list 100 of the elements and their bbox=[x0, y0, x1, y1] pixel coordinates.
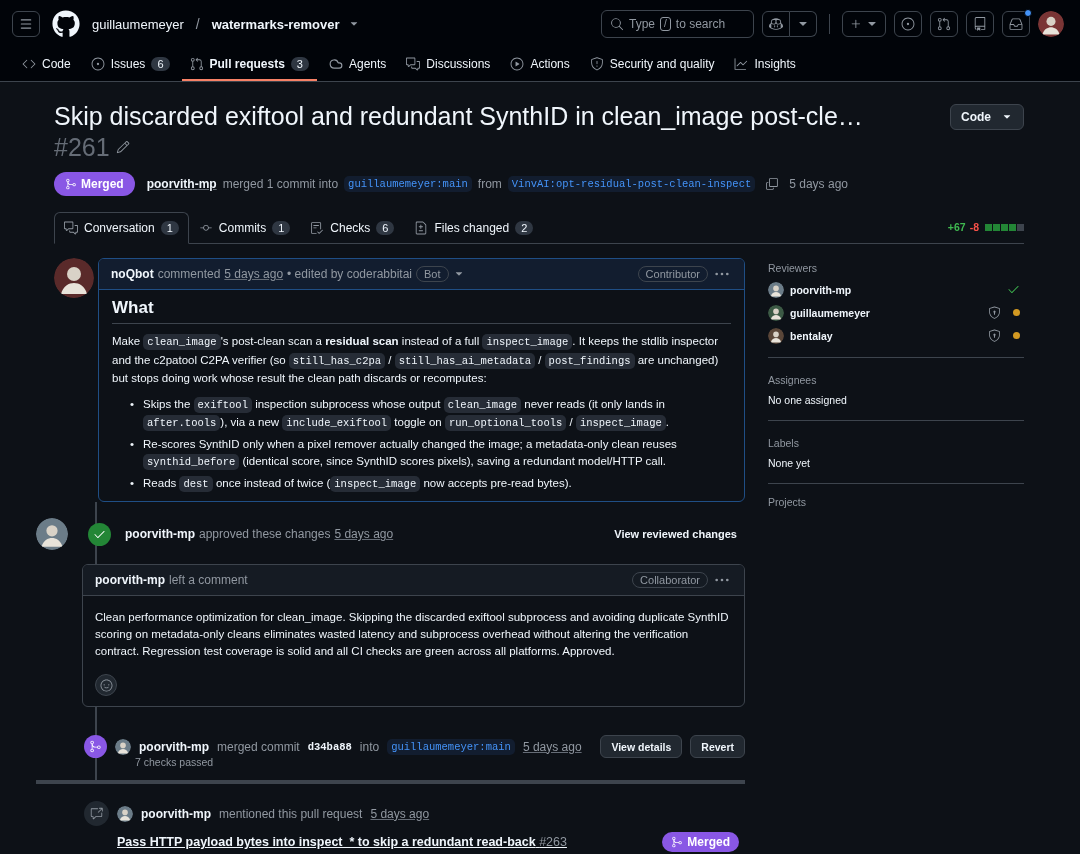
nav-tab[interactable]: Agents bbox=[321, 48, 395, 81]
timestamp-link[interactable]: 5 days ago bbox=[522, 739, 582, 754]
pull-requests-button[interactable] bbox=[930, 11, 958, 37]
nav-tab[interactable]: Insights bbox=[726, 48, 804, 81]
menu-icon bbox=[19, 17, 33, 31]
avatar[interactable] bbox=[768, 281, 784, 298]
revert-button[interactable]: Revert bbox=[690, 735, 745, 758]
reviewer-name[interactable]: bentalay bbox=[790, 329, 833, 342]
pull-request-icon bbox=[937, 17, 951, 31]
comment-paragraph: Make clean_image 's post-clean scan a residual scan instead of a full inspect_image . It keeps the stdlib inspector and the c2patool C2PA verifier (so still_has_c2pa / still_has_ai_metadata / post_findings are unchanged) but stops doing work whose result the clean path discards or recomputes: bbox=[112, 333, 720, 386]
diffstat-icon bbox=[985, 223, 1024, 231]
comment-action: left a comment bbox=[169, 573, 248, 587]
view-changes-link[interactable]: View reviewed changes bbox=[614, 528, 745, 540]
nav-tab[interactable]: Discussions bbox=[398, 48, 499, 81]
comment-heading: What bbox=[112, 296, 731, 324]
bullet-item: Skips the exiftool inspection subprocess whose output clean_image never reads (it only lands in after.tools ), via a new include_exiftool toggle on run_optional_tools / inspect_image . bbox=[143, 395, 671, 433]
pr-tab[interactable]: Files changed 2 bbox=[404, 212, 544, 244]
repositories-button[interactable] bbox=[966, 11, 994, 37]
play-icon bbox=[510, 56, 525, 71]
merge-text: merged 1 commit into bbox=[222, 177, 339, 191]
issue-icon bbox=[90, 56, 105, 71]
deletions-count: -8 bbox=[969, 221, 979, 233]
copy-icon[interactable] bbox=[765, 177, 780, 191]
event-text: into bbox=[359, 739, 380, 754]
timestamp-link[interactable]: 5 days ago bbox=[334, 527, 394, 541]
repo-link[interactable]: watermarks-remover bbox=[211, 16, 340, 32]
additions-count: +67 bbox=[947, 221, 966, 233]
section-heading: Reviewers bbox=[768, 262, 818, 274]
check-icon bbox=[88, 522, 111, 546]
owner-link[interactable]: guillaumemeyer bbox=[92, 16, 184, 32]
nav-tab[interactable]: Actions bbox=[502, 48, 578, 81]
labels-value: None yet bbox=[768, 457, 812, 469]
author-link[interactable]: poorvith-mp bbox=[141, 806, 211, 821]
merge-icon bbox=[84, 735, 107, 758]
nav-tab[interactable]: Issues 6 bbox=[82, 48, 178, 81]
commit-link[interactable]: d34ba88 bbox=[307, 740, 352, 753]
avatar[interactable] bbox=[768, 327, 784, 344]
branch-label[interactable]: VinvAI:opt-residual-post-clean-inspect bbox=[507, 176, 756, 192]
section-heading: Projects bbox=[768, 496, 807, 508]
comment-icon bbox=[64, 221, 78, 235]
merge-icon bbox=[65, 178, 77, 190]
avatar[interactable] bbox=[115, 738, 131, 755]
issue-icon bbox=[901, 17, 915, 31]
avatar[interactable] bbox=[1038, 11, 1064, 37]
pr-tab[interactable]: Checks 6 bbox=[300, 212, 405, 244]
bullet-marker: • bbox=[130, 396, 135, 412]
avatar[interactable] bbox=[54, 258, 94, 298]
emoji-button[interactable] bbox=[95, 674, 117, 696]
pr-title: Skip discarded exiftool and redundant SynthID in clean_image post-cle… bbox=[54, 101, 863, 132]
reviewer-name[interactable]: poorvith-mp bbox=[790, 283, 852, 296]
avatar[interactable] bbox=[117, 805, 133, 822]
branch-label[interactable]: guillaumemeyer:main bbox=[344, 176, 472, 192]
author-link[interactable]: noQbot bbox=[111, 267, 154, 281]
view-details-button[interactable]: View details bbox=[600, 735, 683, 758]
timestamp-link[interactable]: 5 days ago bbox=[224, 267, 284, 281]
inbox-button[interactable] bbox=[1002, 11, 1030, 37]
timestamp-link[interactable]: 5 days ago bbox=[370, 806, 430, 821]
assignees-value: No one assigned bbox=[768, 394, 848, 406]
merged-badge: Merged bbox=[54, 172, 135, 196]
shield-icon bbox=[589, 56, 604, 71]
github-logo-icon[interactable] bbox=[52, 10, 80, 38]
reviewer-name[interactable]: guillaumemeyer bbox=[790, 306, 870, 319]
event-text: merged commit bbox=[217, 739, 300, 754]
author-link[interactable]: poorvith-mp bbox=[125, 527, 195, 541]
merge-time: 5 days ago bbox=[789, 177, 848, 191]
branch-label[interactable]: guillaumemeyer:main bbox=[387, 738, 515, 755]
nav-tab[interactable]: Code bbox=[14, 48, 79, 81]
copilot-button[interactable] bbox=[762, 11, 790, 37]
pull-request-link[interactable]: Pass HTTP payload bytes into inspect_* to skip a redundant read-back #263 bbox=[117, 835, 567, 849]
issues-button[interactable] bbox=[894, 11, 922, 37]
pending-dot-icon bbox=[1013, 332, 1020, 339]
author-link[interactable]: poorvith-mp bbox=[95, 573, 165, 587]
cross-reference-icon bbox=[84, 801, 109, 826]
edited-note[interactable]: • edited by coderabbitai bbox=[287, 267, 413, 281]
menu-button[interactable] bbox=[12, 11, 40, 37]
section-heading: Labels bbox=[768, 437, 800, 449]
author-link[interactable]: poorvith-mp bbox=[146, 177, 217, 191]
shield-icon bbox=[988, 306, 1001, 319]
merged-badge: Merged bbox=[662, 832, 739, 852]
book-icon bbox=[973, 17, 987, 31]
comment-action: commented bbox=[157, 267, 221, 281]
nav-tab[interactable]: Security and quality bbox=[581, 48, 723, 81]
nav-tab[interactable]: Pull requests 3 bbox=[181, 48, 317, 81]
author-link[interactable]: poorvith-mp bbox=[139, 739, 209, 754]
pencil-icon[interactable] bbox=[115, 140, 130, 154]
pr-tab[interactable]: Commits 1 bbox=[188, 212, 301, 244]
avatar[interactable] bbox=[36, 518, 68, 550]
code-button[interactable]: Code bbox=[950, 104, 1024, 130]
pr-tab[interactable]: Conversation 1 bbox=[54, 212, 189, 244]
checklist-icon bbox=[310, 221, 325, 235]
file-diff-icon bbox=[414, 221, 429, 235]
search-field[interactable]: Type / to search bbox=[601, 10, 754, 38]
avatar[interactable] bbox=[768, 304, 784, 321]
bullet-item: Reads dest once instead of twice ( inspect_image now accepts pre-read bytes). bbox=[143, 474, 573, 493]
event-text: mentioned this pull request bbox=[219, 806, 363, 821]
shield-icon bbox=[988, 329, 1001, 342]
create-button[interactable] bbox=[842, 11, 886, 37]
plus-icon bbox=[849, 17, 863, 31]
pending-dot-icon bbox=[1013, 309, 1020, 316]
path-separator: / bbox=[195, 16, 200, 32]
